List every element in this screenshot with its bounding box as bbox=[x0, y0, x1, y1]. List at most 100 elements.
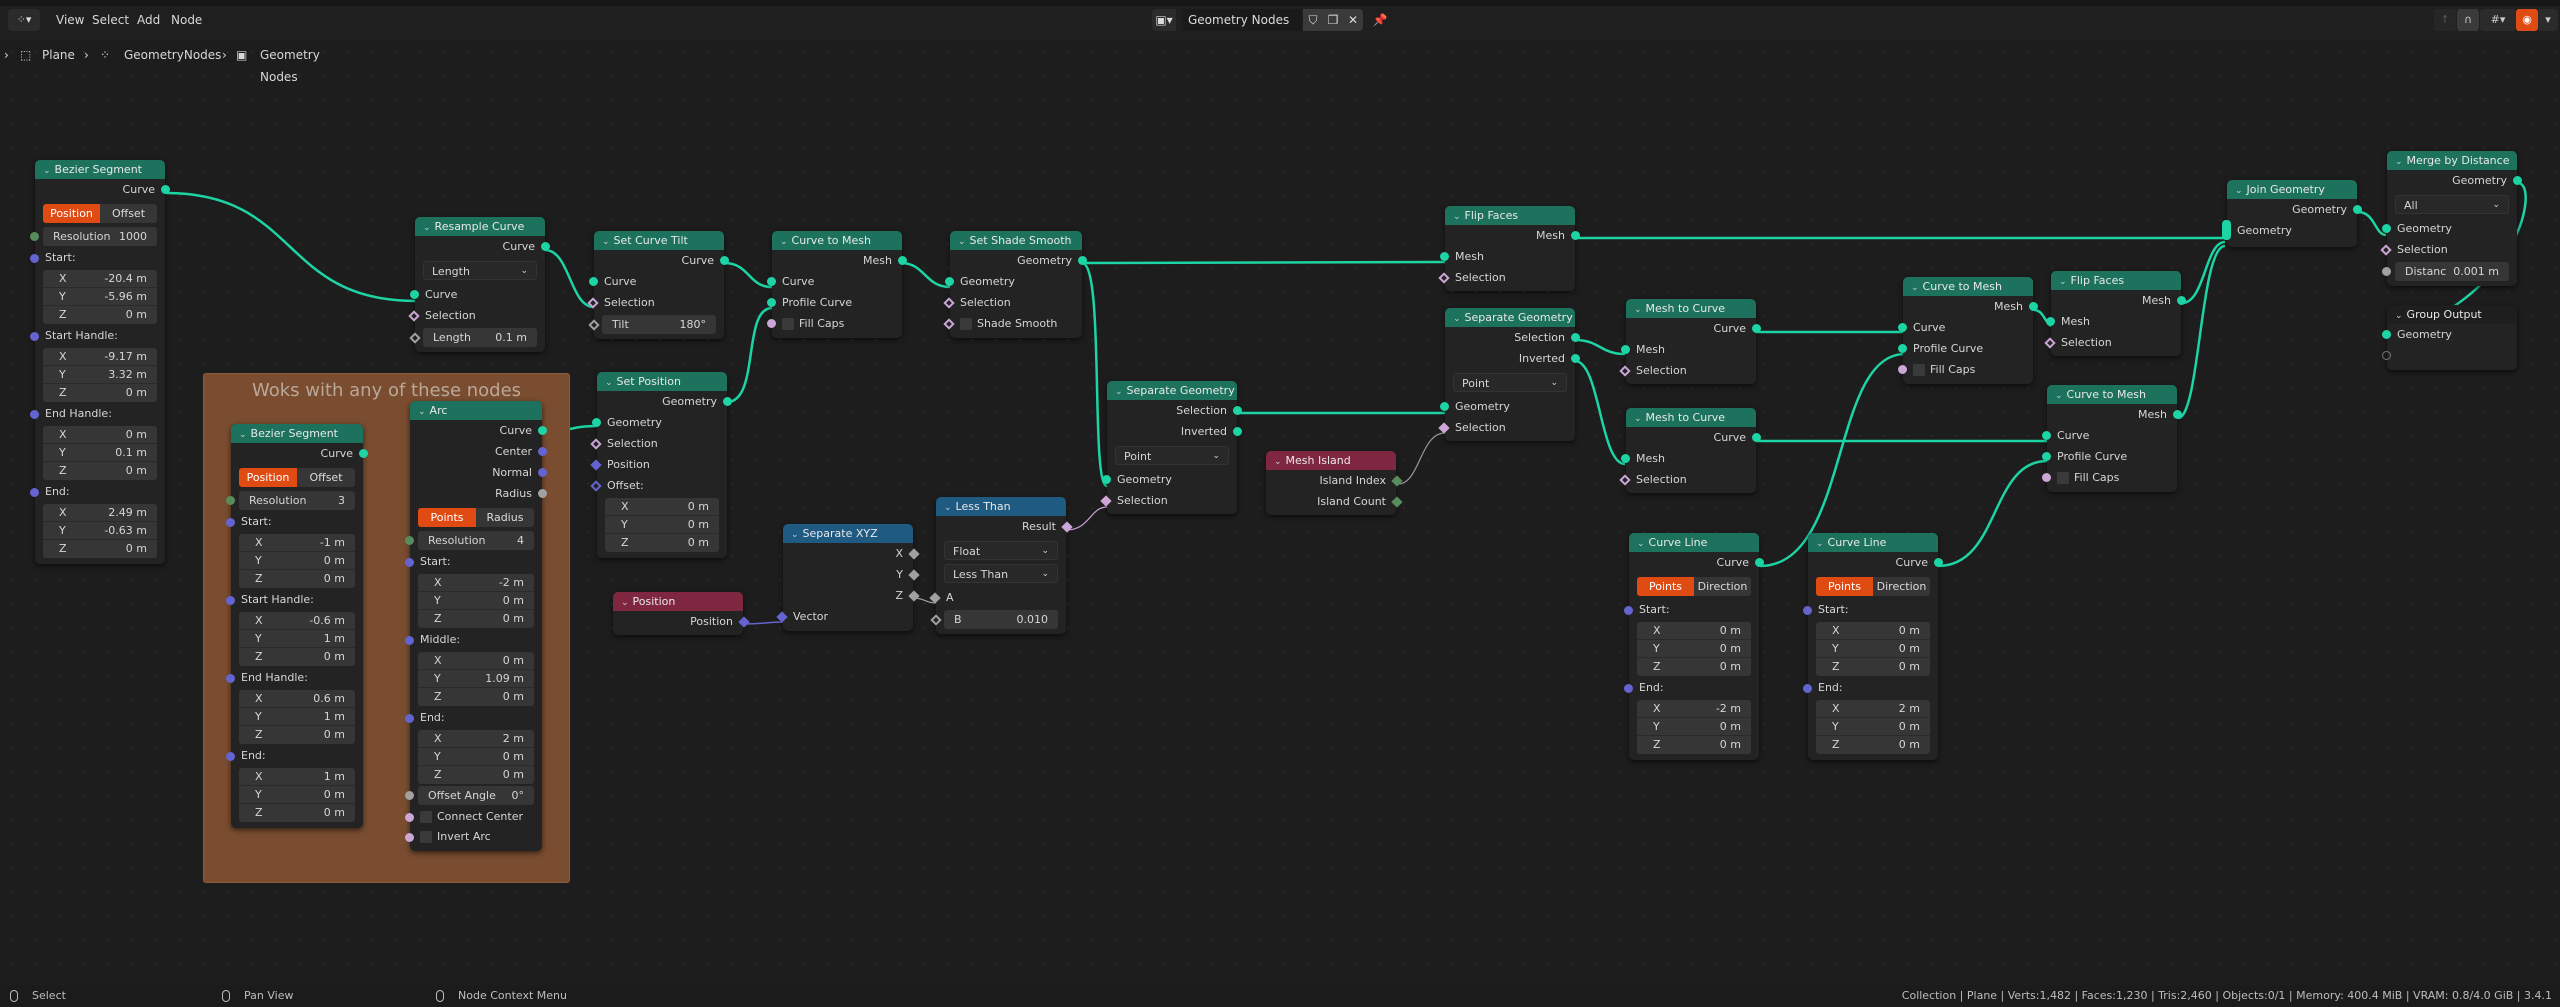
vector-x[interactable]: X -20.4 m bbox=[43, 270, 157, 288]
mode-direction[interactable]: Direction bbox=[1873, 577, 1930, 596]
node-header[interactable]: ⌄ Set Position bbox=[597, 372, 727, 391]
overlay-dropdown[interactable]: #▾ bbox=[2480, 9, 2516, 31]
node-resample-curve[interactable]: ⌄ Resample Curve Curve Length ⌄ Curve Sele… bbox=[408, 217, 550, 352]
input-socket[interactable] bbox=[945, 277, 954, 286]
node-header[interactable]: ⌄ Merge by Distance bbox=[2387, 151, 2517, 170]
vector-y[interactable]: Y 1 m bbox=[239, 708, 355, 726]
node-header[interactable]: ⌄ Flip Faces bbox=[2051, 271, 2181, 290]
output-socket[interactable] bbox=[1752, 433, 1761, 442]
input-socket[interactable] bbox=[1440, 252, 1449, 261]
end-vector[interactable]: X 2 m Y 0 m Z 0 m bbox=[418, 730, 534, 784]
collapse-chevron-icon[interactable]: ⌄ bbox=[2059, 277, 2067, 287]
output-socket[interactable] bbox=[720, 256, 729, 265]
vector-y[interactable]: Y 1.09 m bbox=[418, 670, 534, 688]
vector-z[interactable]: Z 0 m bbox=[239, 726, 355, 744]
input-socket[interactable] bbox=[2382, 224, 2391, 233]
node-curve-line-2[interactable]: ⌄ Curve Line Curve Points Direction Start:… bbox=[1803, 533, 1943, 760]
vector-x[interactable]: X 0.6 m bbox=[239, 690, 355, 708]
node-header[interactable]: ⌄ Flip Faces bbox=[1445, 206, 1575, 225]
vector-z[interactable]: Z 0 m bbox=[1816, 658, 1930, 676]
node-tree-name-field[interactable]: Geometry Nodes bbox=[1182, 9, 1302, 31]
mode-position[interactable]: Position bbox=[43, 204, 100, 223]
vector-y[interactable]: Y 0 m bbox=[605, 516, 719, 534]
collapse-chevron-icon[interactable]: ⌄ bbox=[2235, 186, 2243, 196]
breadcrumb-node-tree[interactable]: Geometry Nodes bbox=[260, 44, 320, 88]
invert-arc-row[interactable]: Invert Arc bbox=[405, 827, 542, 847]
node-bezier-segment[interactable]: ⌄ Bezier Segment Curve Position Offset Res… bbox=[30, 160, 170, 564]
vector-y[interactable]: Y 0 m bbox=[418, 748, 534, 766]
node-header[interactable]: ⌄ Separate Geometry bbox=[1107, 381, 1237, 400]
input-socket[interactable] bbox=[2042, 473, 2051, 482]
vector-z[interactable]: Z 0 m bbox=[418, 688, 534, 706]
node-header[interactable]: ⌄ Join Geometry bbox=[2227, 180, 2357, 199]
collapse-chevron-icon[interactable]: ⌄ bbox=[2395, 311, 2403, 321]
vector-x[interactable]: X -9.17 m bbox=[43, 348, 157, 366]
node-header[interactable]: ⌄ Resample Curve bbox=[415, 217, 545, 236]
tilt-field[interactable]: Tilt 180° bbox=[602, 315, 716, 334]
input-socket[interactable] bbox=[30, 332, 39, 341]
output-socket[interactable] bbox=[2177, 296, 2186, 305]
mode-toggle[interactable]: Position Offset bbox=[43, 204, 157, 223]
vector-x[interactable]: X 2.49 m bbox=[43, 504, 157, 522]
vector-z[interactable]: Z 0 m bbox=[43, 384, 157, 402]
node-header[interactable]: ⌄ Curve to Mesh bbox=[2047, 385, 2177, 404]
offset-vector[interactable]: X 0 m Y 0 m Z 0 m bbox=[605, 498, 719, 552]
input-socket[interactable] bbox=[226, 596, 235, 605]
node-header[interactable]: ⌄ Bezier Segment bbox=[231, 424, 363, 443]
input-socket[interactable] bbox=[2382, 330, 2391, 339]
output-socket[interactable] bbox=[2513, 176, 2522, 185]
node-set-shade-smooth[interactable]: ⌄ Set Shade Smooth Geometry Geometry Sele… bbox=[943, 231, 1087, 338]
node-bezier-segment-alt[interactable]: ⌄ Bezier Segment Curve Position Offset Res… bbox=[226, 424, 368, 828]
breadcrumb-modifier[interactable]: GeometryNodes bbox=[124, 44, 221, 66]
multi-input-socket[interactable] bbox=[2222, 220, 2231, 240]
collapse-chevron-icon[interactable]: ⌄ bbox=[1816, 539, 1824, 549]
collapse-chevron-icon[interactable]: ⌄ bbox=[621, 598, 629, 608]
vector-z[interactable]: Z 0 m bbox=[239, 648, 355, 666]
input-socket[interactable] bbox=[1102, 475, 1111, 484]
input-socket[interactable] bbox=[2042, 431, 2051, 440]
end-vector[interactable]: X 2 m Y 0 m Z 0 m bbox=[1816, 700, 1930, 754]
middle-vector[interactable]: X 0 m Y 1.09 m Z 0 m bbox=[418, 652, 534, 706]
mode-toggle[interactable]: Points Radius bbox=[418, 508, 534, 527]
collapse-chevron-icon[interactable]: ⌄ bbox=[1911, 283, 1919, 293]
menu-node[interactable]: Node bbox=[167, 9, 206, 31]
mode-offset[interactable]: Offset bbox=[297, 468, 355, 487]
collapse-chevron-icon[interactable]: ⌄ bbox=[1453, 314, 1461, 324]
node-group-output[interactable]: ⌄ Group Output Geometry bbox=[2382, 305, 2517, 370]
shade-smooth-row[interactable]: Shade Smooth bbox=[943, 313, 1082, 334]
fill-caps-row[interactable]: Fill Caps bbox=[1898, 359, 2033, 380]
node-set-curve-tilt[interactable]: ⌄ Set Curve Tilt Curve Curve Selection Ti… bbox=[587, 231, 729, 339]
b-field[interactable]: B 0.010 bbox=[944, 610, 1058, 629]
vector-x[interactable]: X 0 m bbox=[418, 652, 534, 670]
node-header[interactable]: ⌄ Curve Line bbox=[1808, 533, 1938, 552]
parent-node-tree-button[interactable]: ↑ bbox=[2434, 9, 2456, 31]
output-socket[interactable] bbox=[1233, 427, 1242, 436]
resolution-field[interactable]: Resolution 1000 bbox=[43, 227, 157, 246]
input-socket[interactable] bbox=[30, 232, 39, 241]
node-curve-to-mesh-3[interactable]: ⌄ Curve to Mesh Mesh Curve Profile Curve … bbox=[2042, 385, 2182, 492]
input-socket[interactable] bbox=[1624, 684, 1633, 693]
node-merge-by-distance[interactable]: ⌄ Merge by Distance Geometry All ⌄ Geometr… bbox=[2380, 151, 2522, 286]
mode-toggle[interactable]: Points Direction bbox=[1637, 577, 1751, 596]
end-vector[interactable]: X -2 m Y 0 m Z 0 m bbox=[1637, 700, 1751, 754]
vector-z[interactable]: Z 0 m bbox=[418, 610, 534, 628]
length-field[interactable]: Length 0.1 m bbox=[423, 328, 537, 347]
input-socket[interactable] bbox=[1898, 323, 1907, 332]
menu-view[interactable]: View bbox=[52, 9, 88, 31]
vector-x[interactable]: X 0 m bbox=[1816, 622, 1930, 640]
node-header[interactable]: ⌄ Separate Geometry bbox=[1445, 308, 1575, 327]
output-socket[interactable] bbox=[1571, 354, 1580, 363]
fill-caps-row[interactable]: Fill Caps bbox=[2042, 467, 2177, 488]
node-position-input[interactable]: ⌄ Position Position bbox=[613, 592, 750, 635]
input-socket[interactable] bbox=[592, 418, 601, 427]
output-socket[interactable] bbox=[538, 489, 547, 498]
input-socket[interactable] bbox=[767, 319, 776, 328]
node-curve-line[interactable]: ⌄ Curve Line Curve Points Direction Start:… bbox=[1624, 533, 1764, 760]
input-socket[interactable] bbox=[1621, 345, 1630, 354]
input-socket[interactable] bbox=[30, 488, 39, 497]
connect-center-row[interactable]: Connect Center bbox=[405, 807, 542, 827]
node-arc[interactable]: ⌄ Arc Curve Center Normal Radius Points Ra… bbox=[405, 401, 547, 851]
output-socket[interactable] bbox=[2173, 410, 2182, 419]
node-header[interactable]: ⌄ Position bbox=[613, 592, 743, 611]
node-curve-to-mesh[interactable]: ⌄ Curve to Mesh Mesh Curve Profile Curve … bbox=[767, 231, 907, 338]
